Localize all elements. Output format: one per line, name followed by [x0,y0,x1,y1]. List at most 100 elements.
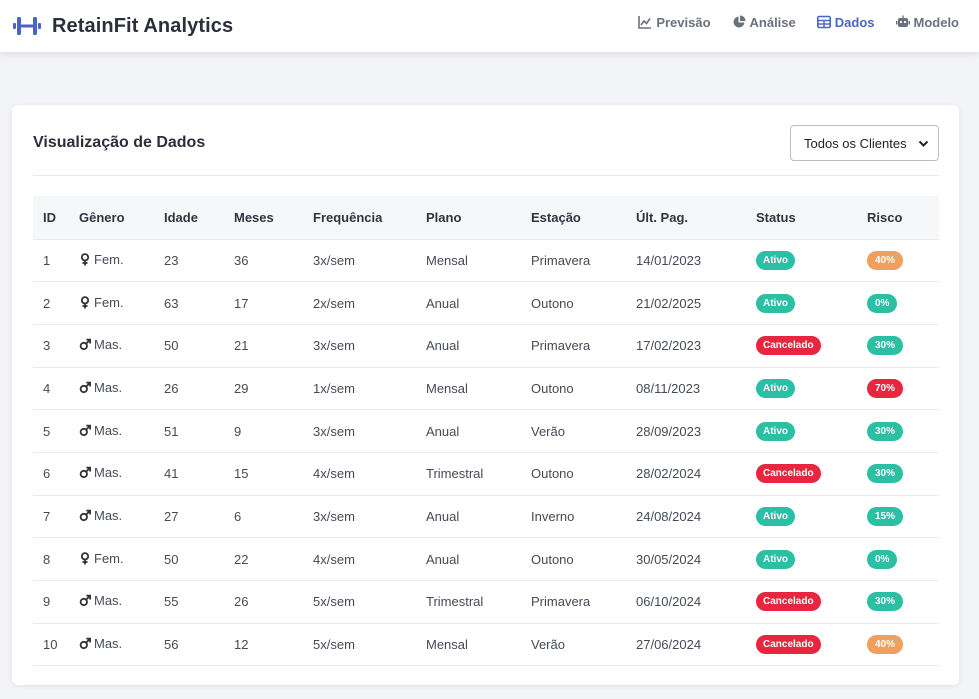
dumbbell-icon [13,15,41,37]
table-row[interactable]: 6 Mas. 41 15 4x/sem Trimestral Outono 28/02/202… [33,452,939,496]
cell-plan: Mensal [426,252,468,268]
cell-season: Primavera [531,252,591,268]
status-badge: Ativo [756,378,795,398]
brand[interactable]: RetainFit Analytics [13,15,233,38]
male-icon [79,381,92,394]
cell-id: 9 [43,594,51,610]
cell-season: Outono [531,551,574,567]
nav-item-analise[interactable]: Análise [732,15,796,30]
table-row[interactable]: 2 Fem. 63 17 2x/sem Anual Outono 21/02/2025 Ativ… [33,282,939,325]
cell-age: 26 [164,380,179,396]
cell-season: Outono [531,380,574,396]
status-badge: Ativo [756,421,795,441]
cell-season: Verão [531,637,565,653]
table-row[interactable]: 9 Mas. 55 26 5x/sem Trimestral Primavera 06/10/… [33,581,939,624]
status-badge: Ativo [756,250,795,270]
gender-label: Mas. [94,422,123,438]
table-row[interactable]: 8 Fem. 50 22 4x/sem Anual Outono 30/05/2024 Ativ… [33,538,939,581]
gender-label: Fem. [94,550,124,566]
client-filter-select[interactable]: Todos os Clientes [790,125,939,161]
table-row[interactable]: 10 Mas. 56 12 5x/sem Mensal Verão 27/06/2024 Can… [33,623,939,666]
cell-id: 3 [43,338,51,354]
risk-badge: 0% [867,293,898,313]
gender-value: Mas. [79,380,122,395]
gender-label: Fem. [94,251,124,267]
status-badge: Cancelado [756,464,821,484]
gender-value: Mas. [79,508,122,523]
status-badge: Cancelado [756,635,821,655]
male-icon [79,637,92,650]
nav-item-dados[interactable]: Dados [816,15,875,30]
cell-status: Ativo [756,495,867,538]
cell-last-payment: 14/01/2023 [636,252,702,268]
cell-last-payment: 06/10/2024 [636,594,702,610]
cell-plan: Trimestral [426,466,484,482]
cell-last-payment: 24/08/2024 [636,508,702,524]
cell-months: 22 [234,551,249,567]
clients-table: ID Gênero Idade Meses Frequência Plano Estação… [33,196,939,666]
cell-last-payment: 28/02/2024 [636,466,702,482]
cell-status: Ativo [756,282,867,325]
risk-badge: 30% [867,592,904,612]
cell-plan: Anual [426,423,460,439]
gender-value: Mas. [79,593,122,608]
gender-value: Fem. [79,295,124,310]
column-header: Meses [234,209,274,225]
table-row[interactable]: 4 Mas. 26 29 1x/sem Mensal Outono 08/11/2023 Ati… [33,367,939,410]
table-row[interactable]: 7 Mas. 27 6 3x/sem Anual Inverno 24/08/2024 Ativ… [33,495,939,538]
cell-months: 17 [234,295,249,311]
client-filter-value: Todos os Clientes [804,135,907,151]
cell-age: 41 [164,466,179,482]
cell-risk: 0% [867,282,939,325]
gender-value: Mas. [79,423,122,438]
cell-gender: Mas. [79,410,164,453]
cell-months: 6 [234,508,242,524]
cell-age: 51 [164,423,179,439]
column-header: Status [756,209,796,225]
table-row[interactable]: 3 Mas. 50 21 3x/sem Anual Primavera 17/02/2023 C… [33,324,939,368]
table-header: ID Gênero Idade Meses Frequência Plano Estação… [33,196,939,239]
cell-age: 27 [164,508,179,524]
gender-label: Mas. [94,507,123,523]
cell-status: Ativo [756,239,867,282]
cell-season: Outono [531,295,574,311]
cell-id: 5 [43,423,51,439]
risk-badge: 0% [867,549,898,569]
nav-item-previsao[interactable]: Previsão [638,15,711,30]
cell-risk: 0% [867,538,939,581]
cell-frequency: 3x/sem [313,252,355,268]
cell-status: Cancelado [756,324,867,367]
status-badge: Ativo [756,549,795,569]
gender-label: Mas. [94,636,123,652]
male-icon [79,424,92,437]
gender-label: Mas. [94,465,123,481]
cell-season: Primavera [531,594,591,610]
table-row[interactable]: 5 Mas. 51 9 3x/sem Anual Verão 28/09/2023 Ativo 3… [33,410,939,453]
cell-age: 23 [164,252,179,268]
cell-plan: Mensal [426,380,468,396]
cell-last-payment: 08/11/2023 [636,380,701,396]
nav-item-modelo[interactable]: Modelo [895,15,959,30]
cell-risk: 30% [867,452,939,495]
cell-id: 7 [43,508,51,524]
cell-id: 8 [43,551,51,567]
column-header: Idade [164,209,198,225]
cell-risk: 30% [867,324,939,367]
table-header-row: ID Gênero Idade Meses Frequência Plano Estação… [33,196,939,239]
cell-months: 9 [234,423,242,439]
male-icon [79,594,92,607]
table-row[interactable]: 1 Fem. 23 36 3x/sem Mensal Primavera 14/01/2023… [33,239,939,282]
status-badge: Ativo [756,293,795,313]
cell-risk: 40% [867,239,939,282]
cell-plan: Anual [426,295,460,311]
gender-label: Mas. [94,379,123,395]
column-header: Gênero [79,209,125,225]
gender-value: Fem. [79,551,124,566]
gender-value: Fem. [79,252,124,267]
cell-frequency: 3x/sem [313,508,355,524]
cell-risk: 15% [867,495,939,538]
cell-status: Ativo [756,410,867,453]
cell-gender: Mas. [79,581,164,624]
status-badge: Cancelado [756,592,821,612]
cell-status: Cancelado [756,581,867,624]
